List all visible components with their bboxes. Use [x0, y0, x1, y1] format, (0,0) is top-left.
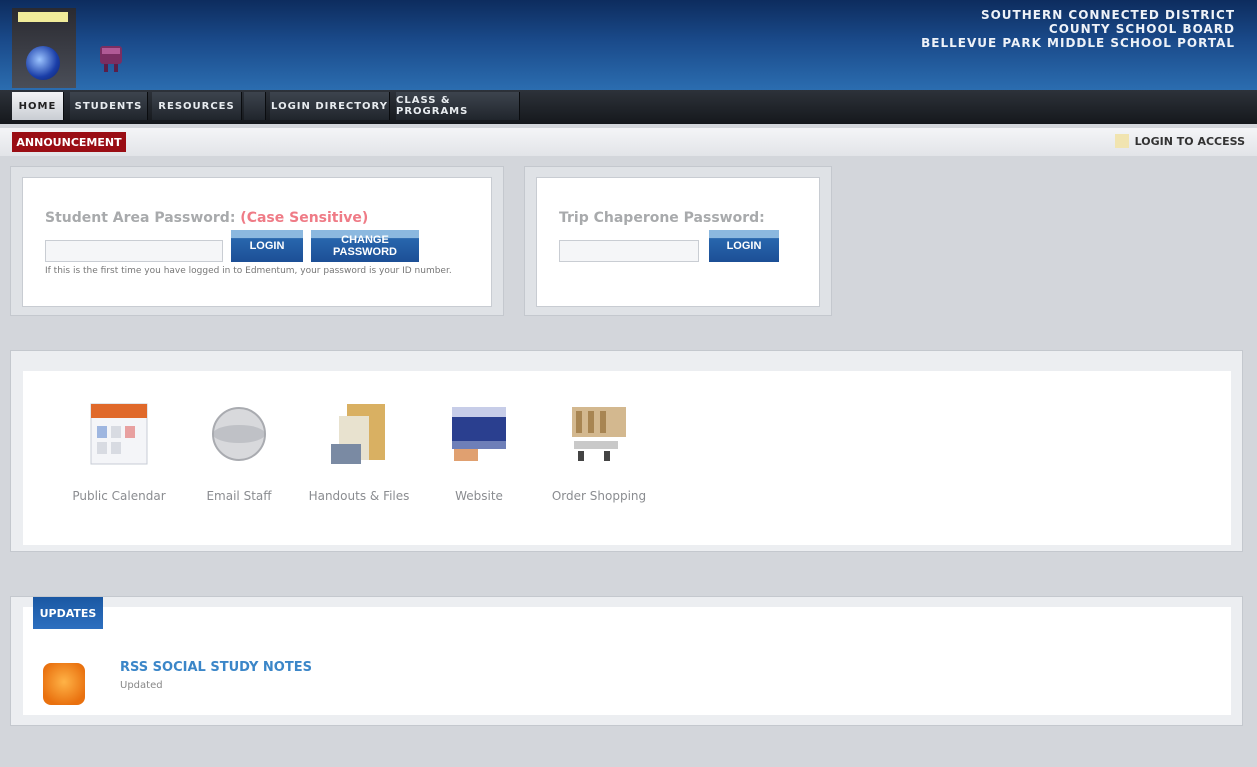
calendar-icon: [88, 401, 150, 467]
school-logo[interactable]: [12, 8, 76, 88]
bucket-icon: [100, 46, 122, 72]
change-password-button[interactable]: CHANGE PASSWORD: [311, 230, 419, 262]
feed-subtitle: Updated: [120, 680, 163, 691]
school-name-block: SOUTHERN CONNECTED DISTRICT COUNTY SCHOO…: [921, 8, 1235, 50]
tab-home-label: HOME: [18, 100, 57, 112]
app-label: Website: [455, 489, 503, 503]
student-login-button[interactable]: LOGIN: [231, 230, 303, 262]
app-label: Order Shopping: [551, 489, 647, 503]
main-nav: HOME STUDENTS RESOURCES LOGIN DIRECTORY …: [0, 90, 1257, 124]
cart-icon: [568, 401, 630, 467]
student-password-input[interactable]: [45, 240, 223, 262]
app-email-staff[interactable]: Email Staff: [179, 401, 299, 503]
user-icon: [1114, 134, 1129, 148]
tab-resources[interactable]: RESOURCES: [152, 92, 242, 120]
chaperone-password-label: Trip Chaperone Password:: [559, 210, 765, 226]
logo-tag: [18, 12, 68, 22]
tab-students[interactable]: STUDENTS: [70, 92, 148, 120]
chaperone-password-input[interactable]: [559, 240, 699, 262]
tab-class-programs[interactable]: CLASS & PROGRAMS: [396, 92, 520, 120]
case-sensitive-hint: (Case Sensitive): [240, 210, 369, 226]
web-icon: [448, 401, 510, 467]
tab-login-directory[interactable]: LOGIN DIRECTORY: [270, 92, 390, 120]
student-login-card: Student Area Password: (Case Sensitive) …: [22, 177, 492, 307]
student-password-label-text: Student Area Password:: [45, 210, 236, 226]
announcement-badge[interactable]: ANNOUNCEMENT: [12, 132, 126, 152]
quick-links-panel: Public Calendar Email Staff Handouts & F…: [10, 350, 1243, 552]
globe-icon: [208, 401, 270, 467]
login-status[interactable]: LOGIN TO ACCESS: [1114, 134, 1245, 148]
tab-separator-icon[interactable]: [244, 92, 266, 120]
folder-icon: [328, 401, 390, 467]
app-label: Email Staff: [206, 489, 272, 503]
app-label: Public Calendar: [72, 489, 166, 503]
school-line-1: SOUTHERN CONNECTED DISTRICT: [980, 8, 1235, 22]
globe-logo-icon: [26, 46, 60, 80]
login-status-text: LOGIN TO ACCESS: [1134, 134, 1245, 148]
tab-resources-label: RESOURCES: [158, 100, 235, 112]
chaperone-login-button[interactable]: LOGIN: [709, 230, 779, 262]
app-handouts-files[interactable]: Handouts & Files: [299, 401, 419, 503]
status-bar: ANNOUNCEMENT LOGIN TO ACCESS: [0, 128, 1257, 156]
tab-students-label: STUDENTS: [74, 100, 143, 112]
chaperone-login-card: Trip Chaperone Password: LOGIN: [536, 177, 820, 307]
student-password-label: Student Area Password: (Case Sensitive): [45, 210, 368, 226]
chaperone-login-panel: Trip Chaperone Password: LOGIN: [524, 166, 832, 316]
app-website[interactable]: Website: [419, 401, 539, 503]
tab-home[interactable]: HOME: [12, 92, 64, 120]
school-line-3: BELLEVUE PARK MIDDLE SCHOOL PORTAL: [921, 36, 1235, 50]
site-header: SOUTHERN CONNECTED DISTRICT COUNTY SCHOO…: [0, 0, 1257, 90]
school-line-2: COUNTY SCHOOL BOARD: [1048, 22, 1235, 36]
app-public-calendar[interactable]: Public Calendar: [59, 401, 179, 503]
updates-tab[interactable]: UPDATES: [33, 597, 103, 629]
app-order-shopping[interactable]: Order Shopping: [539, 401, 659, 503]
feed-link[interactable]: RSS SOCIAL STUDY NOTES: [120, 660, 312, 675]
quick-links-card: Public Calendar Email Staff Handouts & F…: [23, 371, 1231, 545]
rss-feed-icon[interactable]: [43, 663, 85, 705]
student-login-panel: Student Area Password: (Case Sensitive) …: [10, 166, 504, 316]
tab-login-directory-label: LOGIN DIRECTORY: [271, 100, 388, 112]
app-label: Handouts & Files: [308, 489, 410, 503]
tab-class-programs-label: CLASS & PROGRAMS: [396, 95, 469, 117]
password-help-note: If this is the first time you have logge…: [45, 266, 452, 276]
